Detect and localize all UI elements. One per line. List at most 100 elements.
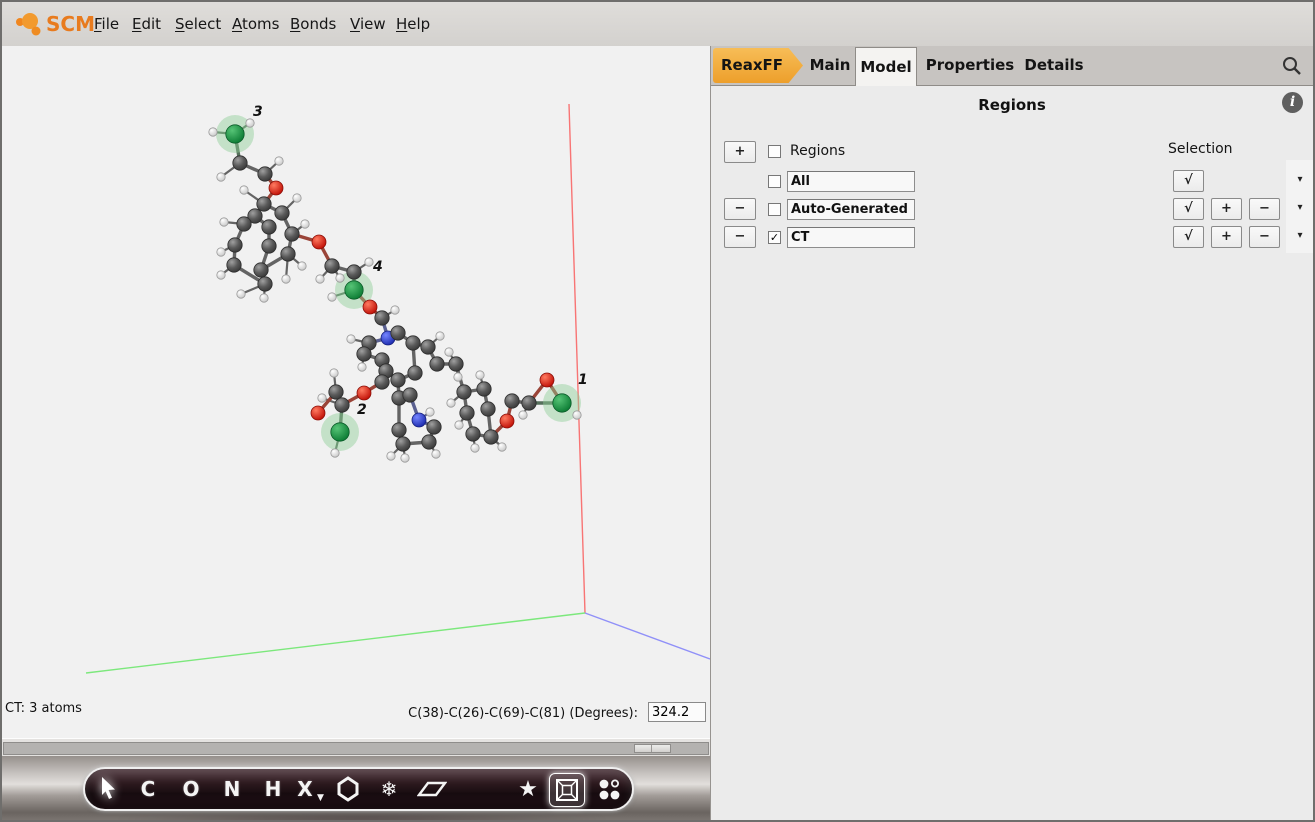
region-all-name-field[interactable] — [787, 171, 915, 192]
atom-H[interactable] — [573, 411, 581, 419]
region-auto-add-selection-button[interactable]: + — [1211, 198, 1242, 220]
atom-H[interactable] — [476, 371, 484, 379]
region-ct-name-field[interactable] — [787, 227, 915, 248]
menu-file[interactable]: File — [94, 2, 119, 46]
remove-region-auto-button[interactable]: − — [724, 198, 756, 220]
atom-O[interactable] — [357, 386, 371, 400]
atom-C[interactable] — [484, 430, 498, 444]
add-region-button[interactable]: + — [724, 141, 756, 163]
atom-H[interactable] — [471, 444, 479, 452]
atom-O[interactable] — [269, 181, 283, 195]
freeze-tool-icon[interactable]: ❄ — [381, 769, 398, 809]
horizontal-scrollbar[interactable] — [2, 738, 710, 757]
atom-H[interactable] — [445, 348, 453, 356]
atom-H[interactable] — [432, 450, 440, 458]
atom-C[interactable] — [522, 396, 536, 410]
element-x-tool[interactable]: X — [297, 769, 312, 809]
atom-C[interactable] — [481, 402, 495, 416]
atom-Cl[interactable] — [553, 394, 571, 412]
atom-C[interactable] — [391, 373, 405, 387]
tab-model-active[interactable]: Model — [855, 47, 917, 86]
atom-H[interactable] — [328, 293, 336, 301]
atom-C[interactable] — [262, 220, 276, 234]
atom-O[interactable] — [500, 414, 514, 428]
menu-bonds[interactable]: Bonds — [290, 2, 336, 46]
tab-properties[interactable]: Properties — [923, 46, 1017, 85]
atom-H[interactable] — [455, 421, 463, 429]
atom-O[interactable] — [540, 373, 554, 387]
menu-edit[interactable]: Edit — [132, 2, 161, 46]
carbon-tool[interactable]: C — [141, 769, 156, 809]
atom-C[interactable] — [375, 375, 389, 389]
oxygen-tool[interactable]: O — [182, 769, 199, 809]
nitrogen-tool[interactable]: N — [224, 769, 241, 809]
atom-C[interactable] — [237, 217, 251, 231]
atom-H[interactable] — [316, 275, 324, 283]
search-icon[interactable] — [1281, 55, 1303, 77]
menu-select[interactable]: Select — [175, 2, 221, 46]
atom-C[interactable] — [457, 385, 471, 399]
region-auto-name-field[interactable] — [787, 199, 915, 220]
ring-tool-icon[interactable] — [336, 769, 360, 809]
atom-C[interactable] — [422, 435, 436, 449]
tab-details[interactable]: Details — [1023, 46, 1085, 85]
atom-C[interactable] — [227, 258, 241, 272]
atom-H[interactable] — [336, 274, 344, 282]
tab-main[interactable]: Main — [805, 46, 855, 85]
atom-C[interactable] — [233, 156, 247, 170]
menu-view[interactable]: View — [350, 2, 386, 46]
region-all-select-button[interactable]: √ — [1173, 170, 1204, 192]
star-tool-icon[interactable]: ★ — [518, 769, 538, 809]
atom-O[interactable] — [312, 235, 326, 249]
dots-display-tool-icon[interactable] — [596, 769, 622, 809]
atom-C[interactable] — [262, 239, 276, 253]
atom-H[interactable] — [436, 332, 444, 340]
plane-tool-icon[interactable] — [417, 769, 447, 809]
atom-H[interactable] — [365, 258, 373, 266]
atom-H[interactable] — [246, 119, 254, 127]
atom-C[interactable] — [406, 336, 420, 350]
atom-H[interactable] — [391, 306, 399, 314]
molecule-viewport[interactable]: 3421 — [2, 46, 710, 738]
region-all-checkbox[interactable] — [768, 175, 781, 188]
atom-H[interactable] — [387, 452, 395, 460]
atom-C[interactable] — [335, 398, 349, 412]
atom-H[interactable] — [347, 335, 355, 343]
regions-master-checkbox[interactable] — [768, 145, 781, 158]
atom-C[interactable] — [392, 423, 406, 437]
atom-C[interactable] — [477, 382, 491, 396]
atom-H[interactable] — [498, 443, 506, 451]
region-auto-select-button[interactable]: √ — [1173, 198, 1204, 220]
atom-C[interactable] — [254, 263, 268, 277]
pointer-tool-icon[interactable] — [98, 769, 118, 809]
atom-H[interactable] — [447, 399, 455, 407]
box-tool-icon[interactable] — [554, 777, 580, 803]
atom-C[interactable] — [403, 388, 417, 402]
atom-C[interactable] — [375, 311, 389, 325]
atom-C[interactable] — [228, 238, 242, 252]
region-ct-remove-selection-button[interactable]: − — [1249, 226, 1280, 248]
atom-H[interactable] — [237, 290, 245, 298]
atom-H[interactable] — [282, 275, 290, 283]
region-auto-dropdown[interactable]: ▾ — [1293, 202, 1307, 213]
atom-H[interactable] — [293, 194, 301, 202]
atom-C[interactable] — [347, 265, 361, 279]
atom-C[interactable] — [357, 347, 371, 361]
atom-C[interactable] — [460, 406, 474, 420]
atom-H[interactable] — [331, 449, 339, 457]
atom-C[interactable] — [325, 259, 339, 273]
menu-atoms[interactable]: Atoms — [232, 2, 280, 46]
atom-C[interactable] — [449, 357, 463, 371]
atom-C[interactable] — [466, 427, 480, 441]
atom-H[interactable] — [519, 411, 527, 419]
atom-C[interactable] — [391, 326, 405, 340]
atom-Cl[interactable] — [345, 281, 363, 299]
atom-C[interactable] — [396, 437, 410, 451]
hydrogen-tool[interactable]: H — [265, 769, 282, 809]
region-ct-select-button[interactable]: √ — [1173, 226, 1204, 248]
atom-O[interactable] — [311, 406, 325, 420]
atom-H[interactable] — [401, 454, 409, 462]
atom-H[interactable] — [220, 218, 228, 226]
atom-C[interactable] — [257, 197, 271, 211]
atom-H[interactable] — [217, 248, 225, 256]
